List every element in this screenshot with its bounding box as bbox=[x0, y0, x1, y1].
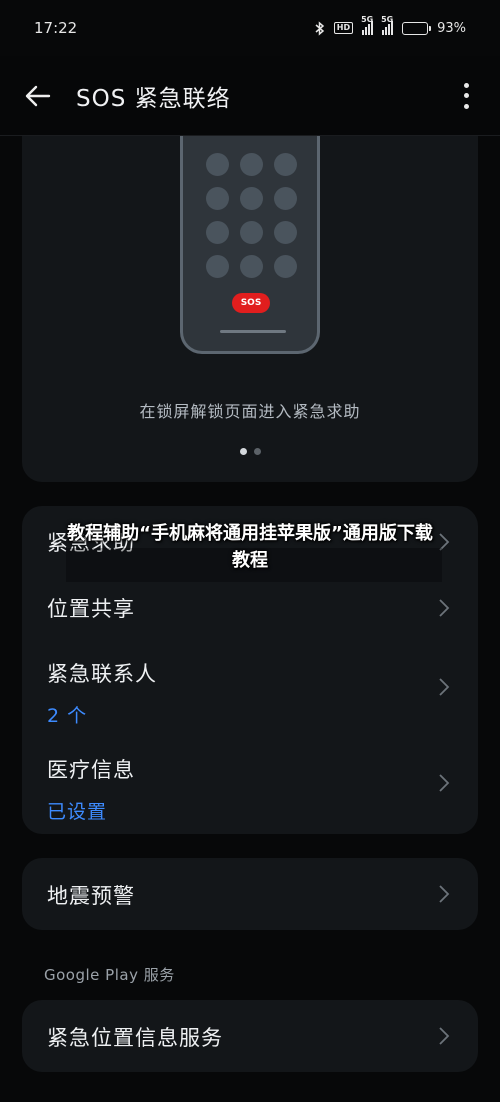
chevron-right-icon bbox=[439, 599, 450, 617]
status-icons: HD 5G 5G 93% bbox=[315, 15, 466, 36]
location-sharing-label: 位置共享 bbox=[47, 597, 135, 621]
google-play-section-label: Google Play 服务 bbox=[44, 966, 175, 984]
chevron-right-icon bbox=[439, 885, 450, 903]
medical-info-label: 医疗信息 bbox=[47, 758, 135, 782]
home-indicator bbox=[220, 330, 286, 333]
emergency-location-label: 紧急位置信息服务 bbox=[47, 1026, 223, 1050]
signal-5g-icon-2: 5G bbox=[381, 15, 393, 35]
battery-icon bbox=[402, 21, 432, 35]
earthquake-alert-item[interactable]: 地震预警 bbox=[22, 858, 478, 930]
page-title: SOS 紧急联络 bbox=[76, 85, 231, 112]
keypad-illustration bbox=[206, 153, 297, 278]
emergency-location-item[interactable]: 紧急位置信息服务 bbox=[22, 1000, 478, 1072]
app-bar: SOS 紧急联络 bbox=[0, 56, 500, 136]
page-dot bbox=[239, 448, 247, 455]
chevron-right-icon bbox=[439, 678, 450, 696]
chevron-right-icon bbox=[439, 1027, 450, 1045]
tutorial-banner[interactable]: SOS 在锁屏解锁页面进入紧急求助 bbox=[22, 136, 478, 482]
sos-badge: SOS bbox=[232, 293, 270, 313]
banner-caption: 在锁屏解锁页面进入紧急求助 bbox=[139, 402, 361, 421]
arrow-left-icon[interactable] bbox=[24, 82, 52, 110]
emergency-contacts-count: 2 个 bbox=[47, 705, 88, 727]
phone-illustration: SOS bbox=[180, 136, 320, 354]
page-indicator bbox=[22, 448, 478, 455]
more-vertical-icon[interactable] bbox=[462, 82, 470, 109]
medical-info-status: 已设置 bbox=[47, 801, 108, 823]
emergency-contacts-item[interactable]: 紧急联系人 2 个 bbox=[22, 638, 478, 734]
hd-badge: HD bbox=[333, 22, 354, 34]
chevron-right-icon bbox=[439, 774, 450, 792]
battery-percent: 93% bbox=[437, 20, 466, 36]
medical-info-item[interactable]: 医疗信息 已设置 bbox=[22, 734, 478, 830]
signal-5g-icon: 5G bbox=[361, 15, 373, 35]
earthquake-card: 地震预警 bbox=[22, 858, 478, 930]
google-play-card: 紧急位置信息服务 bbox=[22, 1000, 478, 1072]
emergency-contacts-label: 紧急联系人 bbox=[47, 662, 157, 686]
page-dot bbox=[253, 448, 261, 455]
bluetooth-icon bbox=[315, 20, 324, 36]
overlay-caption: 教程辅助“手机麻将通用挂苹果版”通用版下载教程 bbox=[67, 523, 433, 571]
location-sharing-item[interactable]: 位置共享 bbox=[22, 576, 478, 638]
earthquake-alert-label: 地震预警 bbox=[47, 884, 135, 908]
status-time: 17:22 bbox=[34, 19, 78, 37]
status-bar: 17:22 HD 5G 5G 93% bbox=[0, 0, 500, 56]
